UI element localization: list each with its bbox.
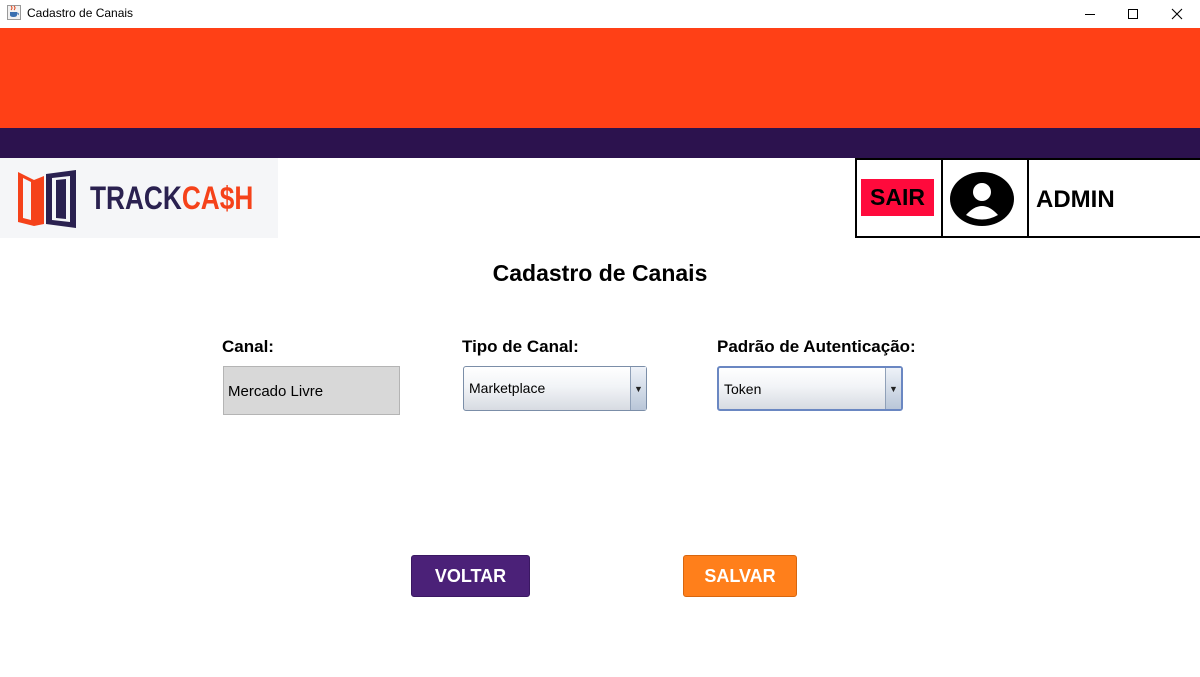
header-purple-band: [0, 128, 1200, 158]
close-icon: [1171, 8, 1183, 19]
logout-box: SAIR: [855, 158, 943, 238]
tipo-canal-label: Tipo de Canal:: [462, 337, 579, 356]
logo-wordmark: TRACKCA$H: [90, 180, 253, 217]
maximize-button[interactable]: [1110, 0, 1156, 27]
save-button[interactable]: SALVAR: [683, 555, 797, 597]
chevron-down-icon[interactable]: ▼: [885, 368, 901, 409]
java-cup-icon: [7, 5, 21, 20]
padrao-autenticacao-label: Padrão de Autenticação:: [717, 337, 916, 356]
canal-field[interactable]: Mercado Livre: [223, 366, 400, 415]
back-button[interactable]: VOLTAR: [411, 555, 530, 597]
window-titlebar: Cadastro de Canais: [0, 0, 1200, 27]
padrao-autenticacao-select[interactable]: Token ▼: [717, 366, 903, 411]
user-name: ADMIN: [1036, 186, 1115, 213]
canal-label: Canal:: [222, 337, 274, 356]
chevron-down-icon[interactable]: ▼: [630, 367, 646, 410]
user-name-box: ADMIN: [1027, 158, 1200, 238]
avatar-box: [941, 158, 1029, 238]
minimize-icon: [1085, 13, 1095, 15]
logout-button[interactable]: SAIR: [861, 179, 934, 216]
minimize-button[interactable]: [1067, 0, 1113, 27]
tipo-canal-value: Marketplace: [469, 380, 546, 396]
close-button[interactable]: [1154, 0, 1200, 27]
page-title: Cadastro de Canais: [492, 260, 708, 286]
trackcash-logo: TRACKCA$H: [0, 158, 278, 238]
header-orange-band: [0, 28, 1200, 128]
logo-text-cash: CA$H: [181, 180, 254, 216]
user-circle-icon: [950, 172, 1014, 226]
logo-text-track: TRACK: [90, 180, 182, 216]
maximize-icon: [1128, 8, 1138, 19]
door-logo-icon: [18, 170, 76, 228]
tipo-canal-select[interactable]: Marketplace ▼: [463, 366, 647, 411]
window-title: Cadastro de Canais: [27, 6, 134, 20]
padrao-autenticacao-value: Token: [724, 381, 762, 397]
